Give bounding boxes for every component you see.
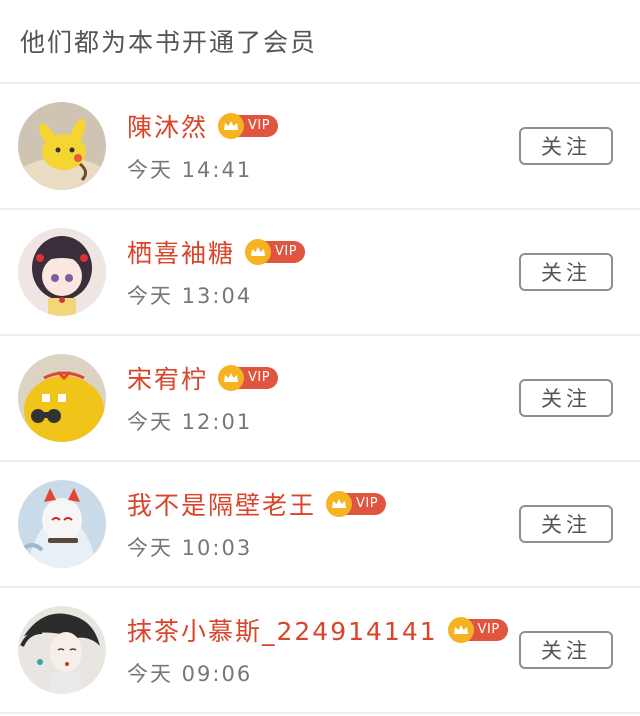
member-name: 陳沐然 (127, 113, 209, 142)
timestamp: 今天 14:41 (127, 158, 253, 182)
list-item[interactable]: 宋宥柠 VIP 今天 12:01 关注 (0, 336, 640, 462)
crown-icon (218, 365, 245, 391)
masked-character-avatar-icon (18, 480, 106, 568)
pikachu-avatar-icon (18, 102, 106, 190)
member-name: 我不是隔壁老王 (127, 491, 317, 520)
vip-badge: VIP (447, 617, 508, 643)
avatar[interactable] (18, 102, 106, 190)
list-item[interactable]: 我不是隔壁老王 VIP 今天 10:03 关注 (0, 462, 640, 588)
painted-girl-avatar-icon (18, 606, 106, 694)
list-item[interactable]: 栖喜袖糖 VIP 今天 13:04 关注 (0, 210, 640, 336)
list-item[interactable]: 陳沐然 VIP 今天 14:41 关注 (0, 84, 640, 210)
timestamp: 今天 12:01 (127, 410, 253, 434)
timestamp: 今天 13:04 (127, 284, 253, 308)
plush-toy-avatar-icon (18, 354, 106, 442)
avatar[interactable] (18, 606, 106, 694)
crown-icon (326, 491, 353, 517)
header: 他们都为本书开通了会员 (0, 0, 640, 84)
vip-badge: VIP (218, 113, 279, 139)
vip-badge: VIP (326, 491, 387, 517)
vip-badge: VIP (245, 239, 306, 265)
follow-button[interactable]: 关注 (519, 127, 613, 165)
member-name: 抹茶小慕斯_224914141 (127, 617, 438, 646)
list-item[interactable]: 抹茶小慕斯_224914141 VIP 今天 09:06 关注 (0, 588, 640, 714)
page-title: 他们都为本书开通了会员 (20, 28, 318, 57)
follow-button[interactable]: 关注 (519, 379, 613, 417)
follow-button[interactable]: 关注 (519, 253, 613, 291)
crown-icon (218, 113, 245, 139)
member-name: 栖喜袖糖 (127, 239, 236, 268)
anime-girl-avatar-icon (18, 228, 106, 316)
avatar[interactable] (18, 228, 106, 316)
crown-icon (245, 239, 272, 265)
follow-button[interactable]: 关注 (519, 505, 613, 543)
avatar[interactable] (18, 354, 106, 442)
timestamp: 今天 09:06 (127, 662, 253, 686)
member-list: 陳沐然 VIP 今天 14:41 关注 栖喜袖糖 VIP 今天 13:04 关注… (0, 84, 640, 714)
vip-badge: VIP (218, 365, 279, 391)
follow-button[interactable]: 关注 (519, 631, 613, 669)
crown-icon (447, 617, 474, 643)
avatar[interactable] (18, 480, 106, 568)
timestamp: 今天 10:03 (127, 536, 253, 560)
member-name: 宋宥柠 (127, 365, 209, 394)
